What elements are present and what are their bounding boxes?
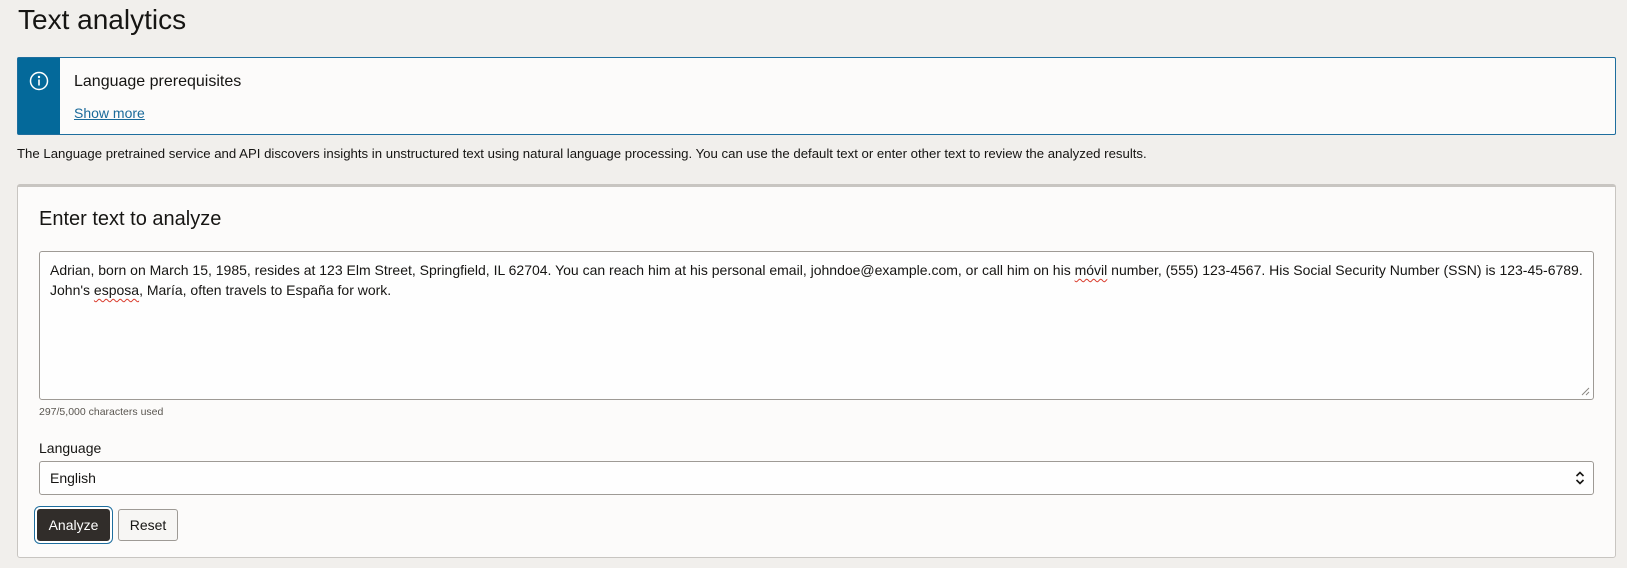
spelling-error: esposa	[93, 282, 140, 298]
analyze-button[interactable]: Analyze	[37, 509, 110, 541]
analyze-text-input[interactable]: Adrian, born on March 15, 1985, resides …	[39, 251, 1594, 400]
chevron-up-down-icon	[1575, 471, 1585, 485]
reset-button[interactable]: Reset	[118, 509, 178, 541]
text-line-2: John's esposa, María, often travels to E…	[50, 282, 392, 298]
show-more-link[interactable]: Show more	[74, 105, 145, 121]
spelling-error: móvil	[1074, 262, 1108, 278]
text-analytics-page: Text analytics Language prerequisites Sh…	[0, 0, 1627, 568]
text-line-1: Adrian, born on March 15, 1985, resides …	[50, 262, 1583, 278]
analyze-card: Enter text to analyze Adrian, born on Ma…	[17, 184, 1616, 558]
page-title: Text analytics	[18, 4, 187, 35]
character-count: 297/5,000 characters used	[39, 406, 164, 418]
info-banner: Language prerequisites Show more	[17, 57, 1616, 135]
language-select[interactable]: English	[39, 461, 1594, 495]
info-banner-strip	[18, 58, 60, 134]
language-label: Language	[39, 440, 102, 456]
banner-title: Language prerequisites	[74, 73, 242, 90]
resize-handle-icon[interactable]	[1581, 387, 1590, 396]
card-title: Enter text to analyze	[39, 208, 222, 230]
language-selected-value: English	[50, 470, 96, 486]
info-icon	[29, 71, 49, 91]
page-description: The Language pretrained service and API …	[17, 146, 1147, 161]
